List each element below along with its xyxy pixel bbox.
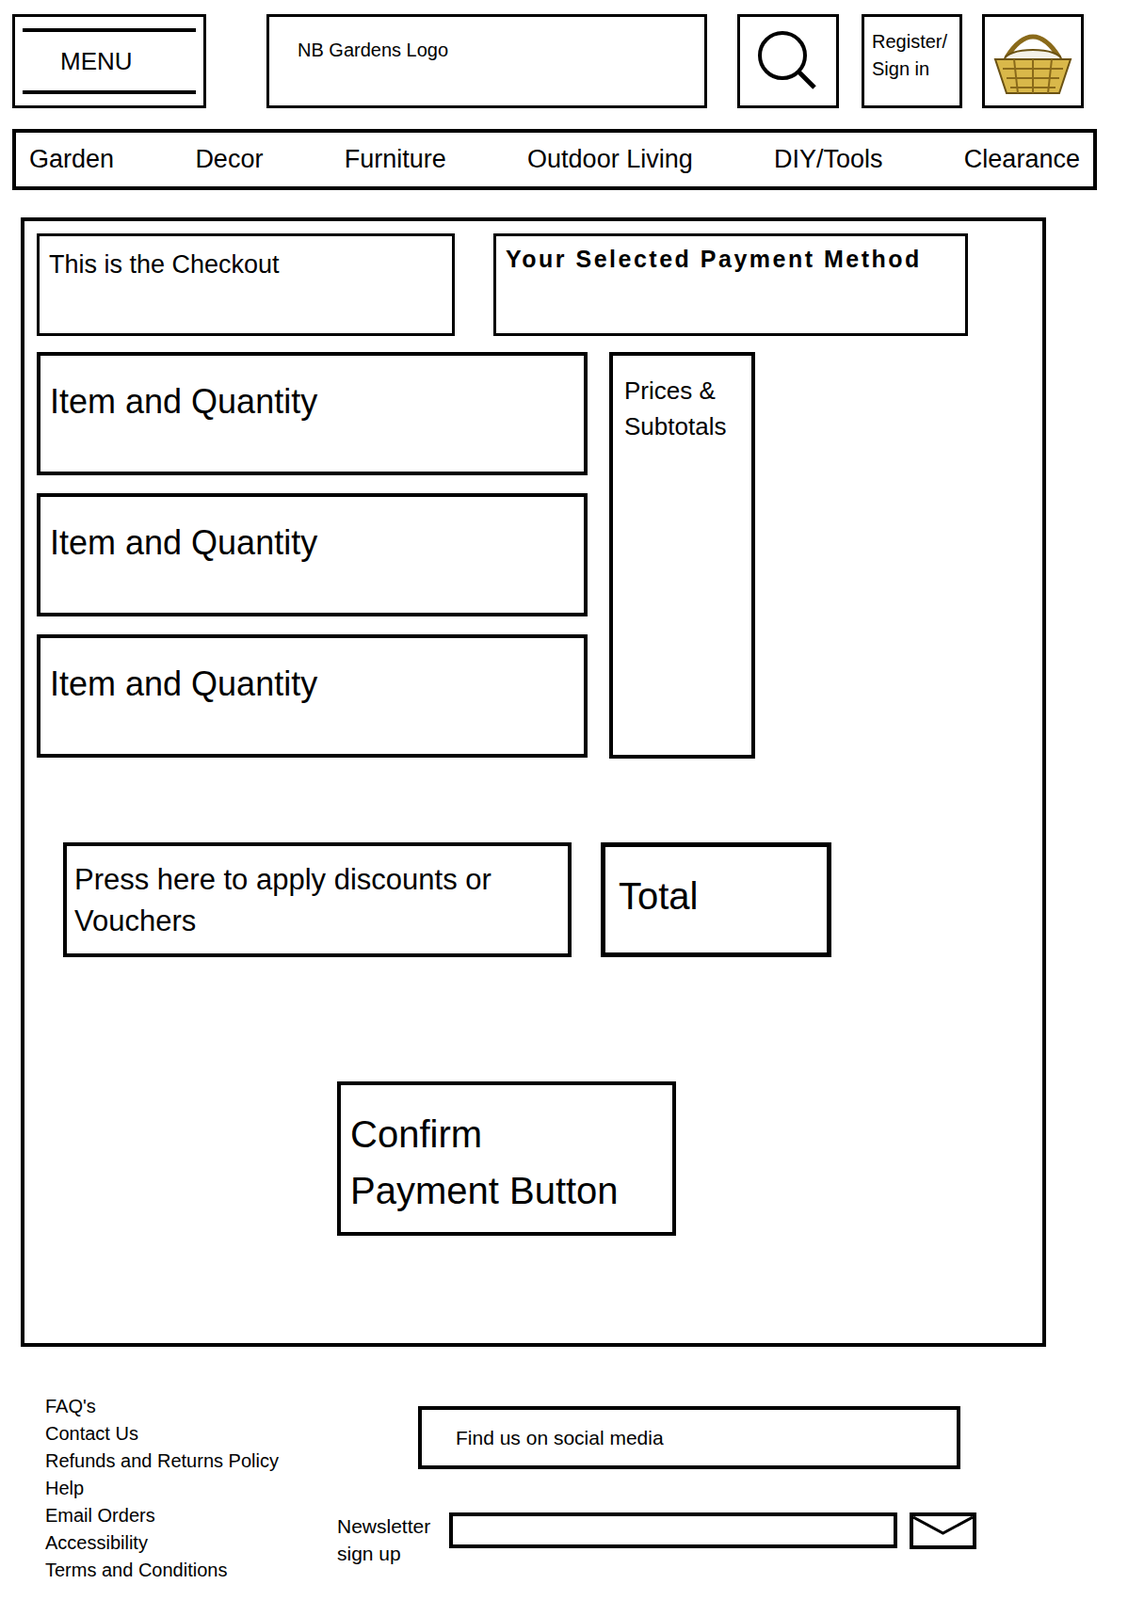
- menu-line-top: [22, 28, 196, 33]
- category-nav: Garden Decor Furniture Outdoor Living DIY/To…: [12, 128, 1097, 191]
- register-button[interactable]: Register/ Sign in: [861, 14, 963, 109]
- item-row: Item and Quantity: [36, 352, 588, 476]
- basket-button[interactable]: [982, 14, 1084, 109]
- newsletter-submit[interactable]: [909, 1513, 977, 1550]
- payment-method[interactable]: Your Selected Payment Method: [493, 233, 968, 337]
- basket-icon: [989, 21, 1077, 101]
- item-row: Item and Quantity: [36, 493, 588, 617]
- menu-line-bottom: [22, 90, 196, 95]
- item-list: Item and Quantity Item and Quantity Item a…: [36, 352, 588, 759]
- prices-subtotals: Prices & Subtotals: [609, 352, 756, 759]
- footer-link[interactable]: FAQ's: [45, 1393, 338, 1421]
- footer: FAQ'sContact UsRefunds and Returns Polic…: [0, 1393, 1128, 1585]
- item-row: Item and Quantity: [36, 634, 588, 758]
- footer-link[interactable]: Accessibility: [45, 1530, 338, 1558]
- checkout-title: This is the Checkout: [36, 233, 455, 337]
- discount-button[interactable]: Press here to apply discounts or Voucher…: [63, 842, 572, 958]
- nav-item[interactable]: Outdoor Living: [527, 140, 693, 179]
- social-media[interactable]: Find us on social media: [418, 1406, 961, 1470]
- search-button[interactable]: [737, 14, 839, 109]
- nav-item[interactable]: Furniture: [344, 140, 447, 179]
- page: MENU NB Gardens Logo Register/ Sign in Gard…: [0, 0, 1128, 1600]
- envelope-icon: [913, 1516, 973, 1547]
- footer-links: FAQ'sContact UsRefunds and Returns Polic…: [45, 1393, 338, 1585]
- nav-item[interactable]: Garden: [29, 140, 114, 179]
- footer-link[interactable]: Refunds and Returns Policy: [45, 1448, 338, 1476]
- nav-item[interactable]: Decor: [194, 140, 263, 179]
- newsletter-input[interactable]: [449, 1513, 898, 1549]
- menu-button[interactable]: MENU: [12, 14, 207, 109]
- logo[interactable]: NB Gardens Logo: [266, 14, 708, 109]
- search-icon: [754, 27, 822, 96]
- header: MENU NB Gardens Logo Register/ Sign in: [0, 0, 1128, 109]
- confirm-payment-button[interactable]: Confirm Payment Button: [337, 1081, 677, 1237]
- footer-link[interactable]: Email Orders: [45, 1502, 338, 1531]
- newsletter-label: Newsletter sign up: [337, 1513, 443, 1568]
- checkout-frame: This is the Checkout Your Selected Paymen…: [20, 217, 1047, 1348]
- nav-item[interactable]: DIY/Tools: [773, 140, 884, 179]
- footer-link[interactable]: Terms and Conditions: [45, 1557, 338, 1585]
- footer-link[interactable]: Contact Us: [45, 1420, 338, 1449]
- footer-link[interactable]: Help: [45, 1475, 338, 1503]
- total: Total: [600, 842, 832, 958]
- nav-item[interactable]: Clearance: [964, 140, 1080, 179]
